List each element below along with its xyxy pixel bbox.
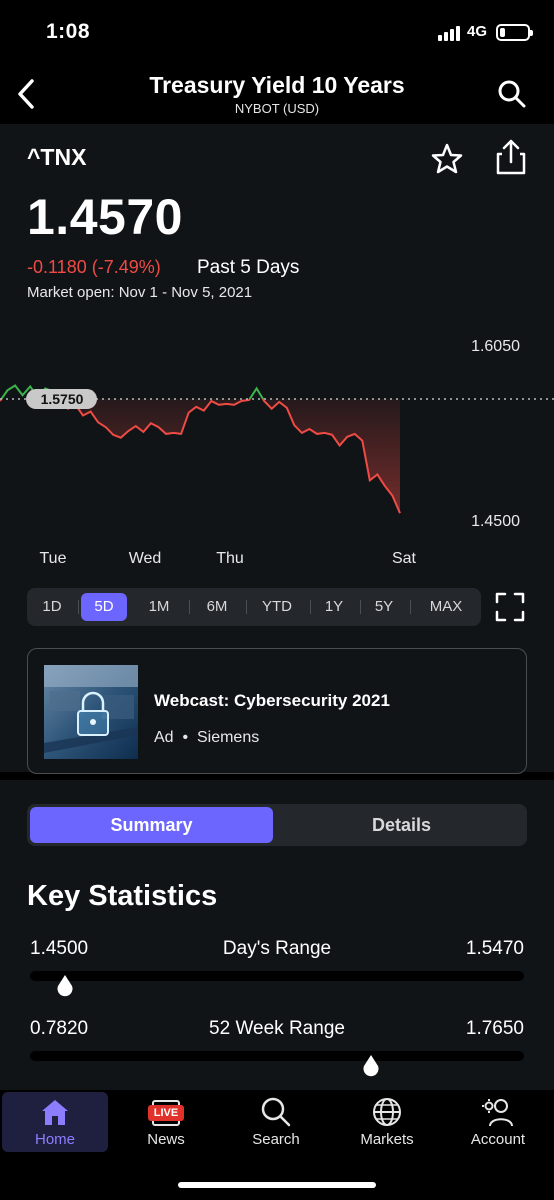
- range-divider: [189, 600, 190, 614]
- x-axis-label-thu: Thu: [216, 550, 244, 567]
- status-time: 1:08: [46, 20, 91, 43]
- range-divider: [410, 600, 411, 614]
- home-indicator: [178, 1182, 376, 1188]
- globe-icon: [373, 1098, 401, 1126]
- range-divider: [246, 600, 247, 614]
- tab-account-label: Account: [470, 1131, 526, 1148]
- tab-account[interactable]: Account: [445, 1092, 551, 1152]
- ad-card[interactable]: Webcast: Cybersecurity 2021 Ad • Siemens: [27, 648, 527, 774]
- nav-bar: Treasury Yield 10 Years NYBOT (USD): [0, 64, 554, 124]
- range-option-5y[interactable]: 5Y: [365, 593, 403, 621]
- range-option-1m[interactable]: 1M: [137, 593, 181, 621]
- fullscreen-icon: [495, 592, 525, 622]
- range-option-5d[interactable]: 5D: [81, 593, 127, 621]
- 52-week-range-marker: [363, 1055, 379, 1077]
- ad-title: Webcast: Cybersecurity 2021: [154, 691, 390, 710]
- search-icon: [261, 1097, 291, 1127]
- days-range-label: Day's Range: [222, 938, 332, 959]
- time-range-selector: 1D 5D 1M 6M YTD 1Y 5Y MAX: [27, 588, 481, 626]
- days-range-high: 1.5470: [465, 938, 524, 959]
- range-option-ytd[interactable]: YTD: [251, 593, 303, 621]
- ad-sponsor: Siemens: [196, 729, 260, 746]
- tab-news-label: News: [147, 1131, 185, 1148]
- price-change: -0.1180 (-7.49%): [27, 257, 161, 277]
- quote-panel: ^TNX 1.4570 -0.1180 (-7.49%) Past 5 Days…: [0, 124, 554, 774]
- tab-search[interactable]: Search: [223, 1092, 329, 1152]
- search-button[interactable]: [496, 78, 528, 110]
- 52-week-range-row: 0.7820 52 Week Range 1.7650: [30, 1018, 524, 1078]
- summary-panel: Summary Details Key Statistics 1.4500 Da…: [0, 780, 554, 1090]
- ad-image: [44, 665, 138, 759]
- range-divider: [310, 600, 311, 614]
- change-period: Past 5 Days: [197, 257, 300, 278]
- x-axis-label-sat: Sat: [392, 550, 417, 567]
- star-icon: [431, 143, 463, 174]
- key-statistics-heading: Key Statistics: [27, 880, 218, 912]
- summary-details-toggle: Summary Details: [27, 804, 527, 846]
- exchange-subtitle: NYBOT (USD): [234, 101, 320, 116]
- tab-markets-label: Markets: [360, 1131, 414, 1148]
- range-option-max[interactable]: MAX: [419, 593, 473, 621]
- x-axis-label-tue: Tue: [40, 550, 67, 567]
- range-divider: [78, 600, 79, 614]
- page-title: Treasury Yield 10 Years: [149, 72, 405, 98]
- ticker-symbol: ^TNX: [27, 144, 87, 170]
- current-price: 1.4570: [27, 189, 183, 245]
- watchlist-button[interactable]: [430, 142, 464, 176]
- share-button[interactable]: [494, 138, 528, 176]
- price-chart[interactable]: 1.5750 1.6050 1.4500 Tue Wed Thu Sat: [0, 334, 554, 574]
- battery-icon: [496, 24, 533, 41]
- market-open-text: Market open: Nov 1 - Nov 5, 2021: [27, 284, 253, 301]
- fullscreen-button[interactable]: [495, 592, 525, 622]
- ad-label: Ad: [154, 729, 174, 746]
- status-bar: 1:08 4G: [0, 0, 554, 64]
- days-range-row: 1.4500 Day's Range 1.5470: [30, 938, 524, 998]
- range-option-1d[interactable]: 1D: [35, 593, 69, 621]
- signal-icon: [438, 25, 464, 41]
- network-type: 4G: [467, 23, 488, 40]
- live-badge: LIVE: [148, 1105, 184, 1121]
- tab-details[interactable]: Details: [279, 807, 524, 843]
- 52-week-range-label: 52 Week Range: [209, 1018, 345, 1039]
- days-range-track: [30, 971, 524, 981]
- range-option-1y[interactable]: 1Y: [315, 593, 353, 621]
- share-icon: [496, 139, 526, 175]
- search-icon: [498, 80, 526, 108]
- y-axis-label-bottom: 1.4500: [471, 513, 520, 530]
- previous-close-label: 1.5750: [41, 391, 84, 407]
- tab-summary[interactable]: Summary: [30, 807, 273, 843]
- 52-week-range-high: 1.7650: [465, 1018, 524, 1039]
- x-axis-label-wed: Wed: [129, 550, 162, 567]
- home-icon: [42, 1100, 68, 1125]
- y-axis-label-top: 1.6050: [471, 338, 520, 355]
- range-divider: [360, 600, 361, 614]
- account-gear-icon: [482, 1099, 513, 1127]
- 52-week-range-track: [30, 1051, 524, 1061]
- days-range-marker: [57, 975, 73, 997]
- tab-news[interactable]: LIVE News: [113, 1092, 219, 1152]
- ad-meta: Ad • Siemens: [154, 729, 259, 747]
- tab-home[interactable]: Home: [2, 1092, 108, 1152]
- battery-level: [500, 28, 506, 37]
- ad-separator: •: [182, 729, 189, 746]
- tab-home-label: Home: [34, 1131, 75, 1148]
- range-option-6m[interactable]: 6M: [195, 593, 239, 621]
- tab-search-label: Search: [252, 1131, 300, 1148]
- tab-markets[interactable]: Markets: [334, 1092, 440, 1152]
